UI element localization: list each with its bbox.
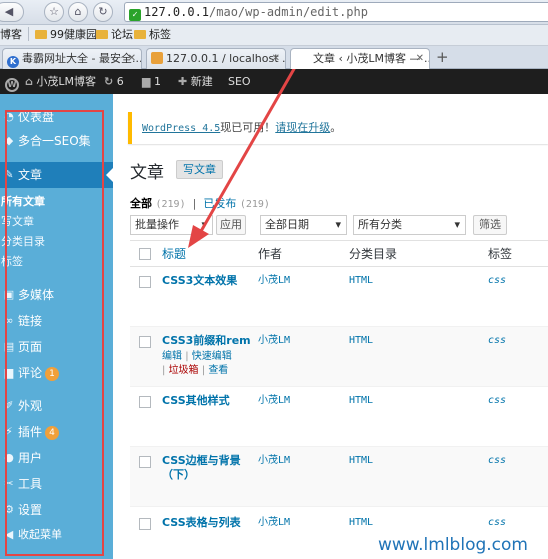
watermark: www.lmlblog.com xyxy=(378,535,528,555)
annotation-arrow xyxy=(188,54,304,248)
tab-posts[interactable]: 文章 ‹ 小茂LM博客 — ... ✕ xyxy=(290,48,430,69)
close-icon[interactable]: ✕ xyxy=(416,49,424,68)
